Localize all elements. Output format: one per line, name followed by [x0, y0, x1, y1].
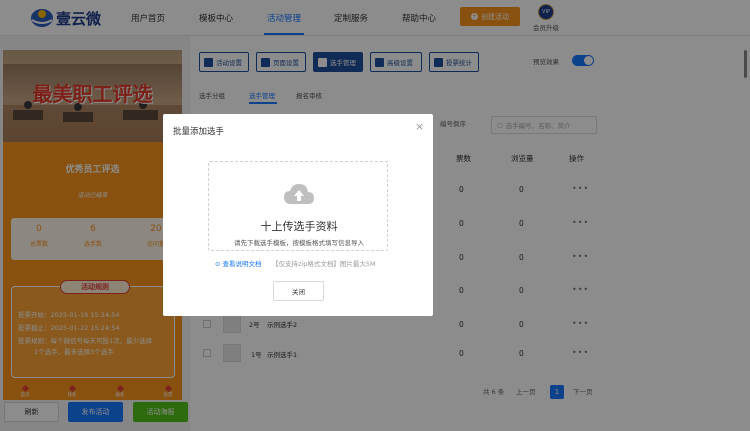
upload-hint: 请先下载选手模板，按模板格式填写信息导入	[234, 239, 364, 247]
help-doc-link[interactable]: ⊙ 查看说明文档	[215, 258, 262, 268]
cloud-upload-icon	[284, 184, 314, 204]
batch-add-modal: 批量添加选手 × 十上传选手资料 请先下载选手模板，按模板格式填写信息导入 ⊙ …	[163, 114, 433, 316]
upload-dropzone[interactable]: 十上传选手资料 请先下载选手模板，按模板格式填写信息导入	[208, 161, 388, 251]
upload-title: 十上传选手资料	[260, 220, 338, 233]
format-note: 【仅支持zip格式文档】图片最大5M	[272, 260, 376, 268]
modal-title: 批量添加选手	[173, 127, 225, 137]
close-icon[interactable]: ×	[415, 120, 424, 133]
doc-link-label: 查看说明文档	[222, 260, 262, 268]
close-button[interactable]: 关闭	[273, 281, 324, 301]
info-icon: ⊙	[215, 260, 223, 268]
